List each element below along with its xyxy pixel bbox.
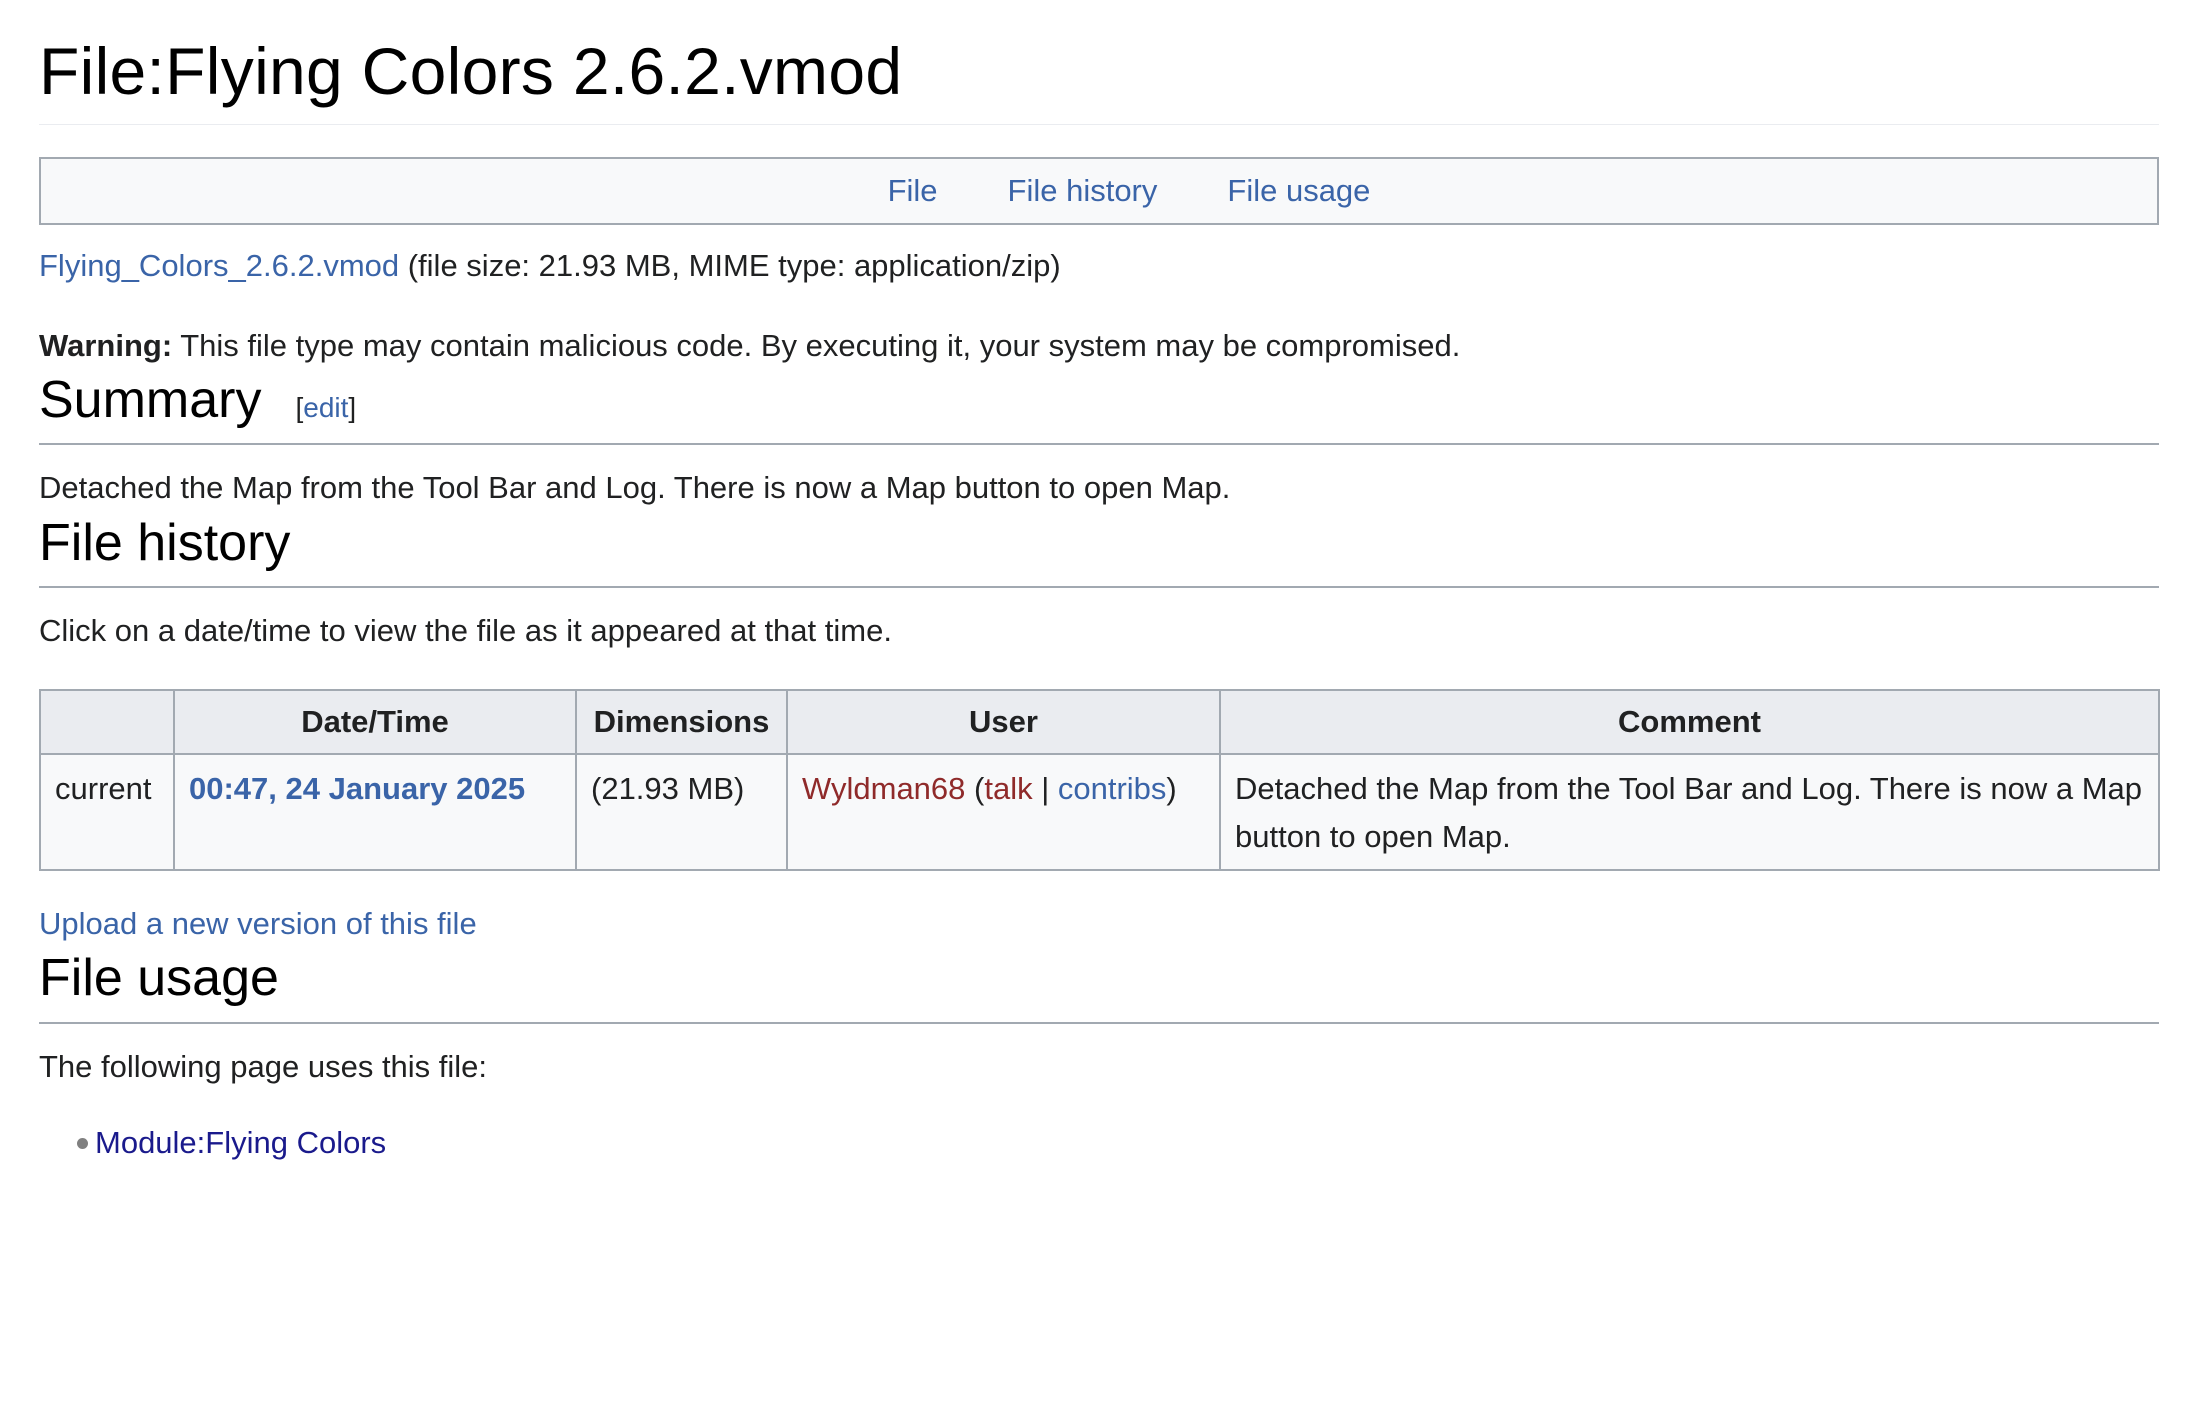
warning-text: This file type may contain malicious cod… (172, 327, 1461, 363)
cell-comment: Detached the Map from the Tool Bar and L… (1219, 752, 2160, 871)
table-header-row: Date/Time Dimensions User Comment (39, 688, 2160, 755)
user-talk-link[interactable]: talk (984, 771, 1032, 806)
file-history-table: Date/Time Dimensions User Comment curren… (39, 688, 2160, 871)
column-header-datetime: Date/Time (173, 688, 577, 755)
edit-section: [edit] (295, 391, 356, 425)
bullet-icon (77, 1138, 88, 1150)
user-link[interactable]: Wyldman68 (802, 771, 965, 806)
user-paren-open: ( (965, 770, 985, 806)
user-paren-close: ) (1166, 770, 1177, 806)
upload-new-version-link[interactable]: Upload a new version of this file (39, 906, 477, 941)
toc-link-file-history[interactable]: File history (1008, 173, 1158, 209)
cell-datetime: 00:47, 24 January 2025 (173, 752, 577, 871)
summary-heading-text: Summary (39, 371, 262, 429)
usage-page-link[interactable]: Module:Flying Colors (95, 1120, 386, 1167)
cell-user: Wyldman68 (talk | contribs) (786, 752, 1221, 871)
warning-label: Warning: (39, 327, 173, 363)
file-history-heading: File history (39, 512, 2159, 589)
file-details: (file size: 21.93 MB, MIME type: applica… (399, 248, 1061, 283)
edit-bracket-close: ] (348, 392, 357, 423)
toc-link-file[interactable]: File (888, 173, 938, 209)
column-header-user: User (786, 688, 1221, 755)
full-media: Flying_Colors_2.6.2.vmod (file size: 21.… (39, 243, 2159, 290)
user-separator: | (1032, 770, 1058, 806)
column-header-dimensions: Dimensions (575, 688, 788, 755)
summary-heading: Summary [edit] (39, 369, 2159, 446)
column-header-status (39, 688, 175, 755)
page: File:Flying Colors 2.6.2.vmod File File … (0, 0, 2198, 1416)
file-usage-list: Module:Flying Colors (39, 1120, 2159, 1167)
file-usage-intro: The following page uses this file: (39, 1048, 488, 1084)
cell-dimensions: (21.93 MB) (575, 752, 788, 871)
file-download-link[interactable]: Flying_Colors_2.6.2.vmod (39, 248, 399, 283)
list-item: Module:Flying Colors (77, 1120, 2159, 1167)
table-row: current 00:47, 24 January 2025 (21.93 MB… (39, 752, 2160, 871)
file-history-heading-text: File history (39, 513, 291, 572)
page-title: File:Flying Colors 2.6.2.vmod (39, 0, 2159, 125)
column-header-comment: Comment (1219, 688, 2160, 755)
cell-status: current (39, 752, 175, 871)
main-content: File:Flying Colors 2.6.2.vmod File File … (39, 0, 2160, 1167)
datetime-link[interactable]: 00:47, 24 January 2025 (189, 771, 525, 806)
toc-link-file-usage[interactable]: File usage (1227, 173, 1370, 209)
summary-text: Detached the Map from the Tool Bar and L… (39, 470, 1231, 506)
file-toc: File File history File usage (39, 157, 2159, 225)
edit-summary-link[interactable]: edit (303, 392, 348, 423)
warning-message: Warning: This file type may contain mali… (39, 323, 2159, 370)
user-contribs-link[interactable]: contribs (1058, 771, 1167, 806)
file-history-instruction: Click on a date/time to view the file as… (39, 613, 892, 649)
upload-new-version: Upload a new version of this file (39, 901, 2159, 948)
file-usage-heading-text: File usage (39, 949, 279, 1008)
file-usage-heading: File usage (39, 947, 2159, 1024)
